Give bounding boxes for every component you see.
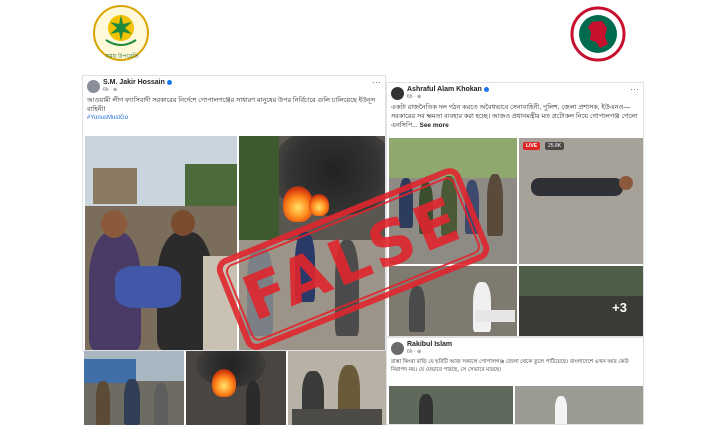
post-text: রাস্তা কিংবা বাড়ি যে ছবিটি আজ সকালে গোপ… xyxy=(391,359,629,373)
post-text: একটা রাজনৈতিক দল গঠন করতে অবৈধভাবে সেনাব… xyxy=(391,104,638,129)
more-options-icon[interactable]: ··· xyxy=(630,85,639,94)
view-count: 25.8K xyxy=(545,142,565,150)
logo-caption: সময় উপরেতি xyxy=(105,54,139,60)
post-photo[interactable] xyxy=(84,351,184,425)
post-photo[interactable]: +3 xyxy=(519,266,643,336)
post-header: S.M. Jakir Hossain 6h · ⊕ ··· xyxy=(83,76,385,96)
post-photo[interactable] xyxy=(186,351,286,425)
post-time: 6h · ⊕ xyxy=(103,87,118,93)
avatar[interactable] xyxy=(391,342,404,355)
bangladesh-seal-icon xyxy=(570,6,626,62)
post-time: 6h · ⊕ xyxy=(407,94,422,100)
post-header: Rakibul Islam 6h · ⊕ xyxy=(387,338,643,358)
hashtag-link[interactable]: #YunusMustGo xyxy=(83,114,385,122)
post-time: 6h · ⊕ xyxy=(407,349,422,355)
post-photo[interactable] xyxy=(288,351,386,425)
author-name[interactable]: Rakibul Islam xyxy=(407,341,452,348)
see-more-link[interactable]: See more xyxy=(419,122,448,129)
author-name[interactable]: Ashraful Alam Khokan xyxy=(407,86,489,93)
fact-check-canvas: সময় উপরেতি S.M. Jakir Hossain 6h · ⊕ ··… xyxy=(0,0,725,425)
post-header: Ashraful Alam Khokan 6h · ⊕ ··· xyxy=(387,83,643,103)
more-options-icon[interactable]: ··· xyxy=(372,78,381,87)
avatar[interactable] xyxy=(87,80,100,93)
post-card[interactable]: Rakibul Islam 6h · ⊕ রাস্তা কিংবা বাড়ি … xyxy=(386,337,644,425)
verified-badge-icon xyxy=(166,79,172,85)
live-badge: LIVE xyxy=(523,142,541,150)
post-text: আওয়ামী লীগ ফ্যাসিবাদী সরকারের নির্দেশে … xyxy=(87,97,376,113)
verified-badge-icon xyxy=(483,86,489,92)
author-name[interactable]: S.M. Jakir Hossain xyxy=(103,79,172,86)
post-photo[interactable] xyxy=(389,386,513,424)
post-photo[interactable] xyxy=(515,386,643,424)
post-photo[interactable]: LIVE 25.8K xyxy=(519,138,643,264)
more-photos-count[interactable]: +3 xyxy=(612,300,627,315)
avatar[interactable] xyxy=(391,87,404,100)
post-photo[interactable] xyxy=(85,136,237,350)
